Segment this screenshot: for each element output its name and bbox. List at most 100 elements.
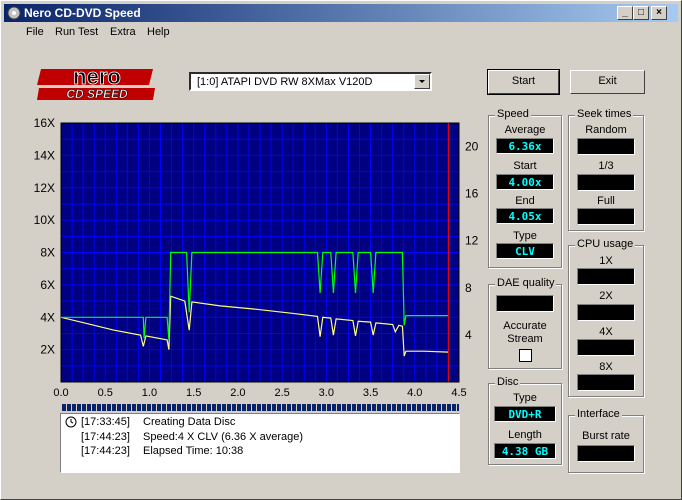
- cpu-usage-group: CPU usage 1X 2X 4X 8X: [568, 238, 644, 397]
- progress-segment: [432, 404, 436, 411]
- progress-bar: [62, 403, 459, 412]
- app-cd-icon: [7, 6, 21, 20]
- progress-segment: [422, 404, 426, 411]
- start-button[interactable]: Start: [487, 69, 560, 95]
- x-tick-label: 1.0: [142, 387, 157, 399]
- progress-segment: [112, 404, 116, 411]
- progress-segment: [107, 404, 111, 411]
- progress-segment: [317, 404, 321, 411]
- progress-segment: [342, 404, 346, 411]
- dae-quality-group: DAE quality Accurate Stream: [488, 277, 562, 369]
- end-label: End: [515, 195, 535, 207]
- maximize-button[interactable]: □: [633, 6, 649, 20]
- progress-segment: [177, 404, 181, 411]
- type-label: Type: [513, 230, 537, 242]
- progress-segment: [377, 404, 381, 411]
- progress-segment: [102, 404, 106, 411]
- progress-segment: [437, 404, 441, 411]
- full-label: Full: [597, 195, 615, 207]
- x-tick-label: 2.0: [230, 387, 245, 399]
- x-tick-label: 0.0: [53, 387, 68, 399]
- menu-run-test[interactable]: Run Test: [55, 26, 98, 38]
- random-value: [577, 138, 635, 155]
- progress-segment: [447, 404, 451, 411]
- cpu-8x-label: 8X: [599, 361, 613, 373]
- info-clock-icon: [65, 416, 77, 428]
- progress-segment: [397, 404, 401, 411]
- progress-segment: [232, 404, 236, 411]
- progress-segment: [247, 404, 251, 411]
- progress-segment: [192, 404, 196, 411]
- cpu-1x-label: 1X: [599, 255, 613, 267]
- menu-bar: File Run Test Extra Help: [4, 23, 678, 41]
- menu-help[interactable]: Help: [147, 26, 170, 38]
- disc-type-label: Type: [513, 392, 537, 404]
- progress-segment: [67, 404, 71, 411]
- progress-segment: [282, 404, 286, 411]
- speed-group-title: Speed: [495, 108, 531, 120]
- close-button[interactable]: ×: [651, 6, 667, 20]
- menu-extra[interactable]: Extra: [110, 26, 136, 38]
- progress-segment: [362, 404, 366, 411]
- log-time: [17:33:45]: [81, 416, 130, 428]
- progress-segment: [147, 404, 151, 411]
- start-value: 4.00x: [496, 174, 554, 190]
- y-left-tick-label: 16X: [34, 116, 55, 130]
- y-left-tick-label: 12X: [34, 181, 55, 195]
- full-value: [577, 208, 635, 225]
- minimize-button[interactable]: _: [617, 6, 633, 20]
- disc-type-value: DVD+R: [494, 406, 556, 422]
- progress-segment: [97, 404, 101, 411]
- y-right-tick-label: 8: [465, 281, 472, 295]
- title-bar: Nero CD-DVD Speed _ □ ×: [4, 4, 678, 22]
- progress-segment: [237, 404, 241, 411]
- progress-segment: [297, 404, 301, 411]
- progress-segment: [332, 404, 336, 411]
- log-time: [17:44:23]: [81, 431, 130, 443]
- maximize-icon: □: [637, 7, 645, 18]
- progress-segment: [167, 404, 171, 411]
- cpu-4x-value: [577, 339, 635, 356]
- end-value: 4.05x: [496, 208, 554, 224]
- x-tick-label: 1.5: [186, 387, 201, 399]
- stream-label: Stream: [507, 333, 543, 345]
- exit-button[interactable]: Exit: [570, 70, 645, 94]
- cpu-2x-value: [577, 304, 635, 321]
- y-left-tick-label: 2X: [40, 343, 55, 357]
- type-value: CLV: [496, 243, 554, 259]
- drive-select[interactable]: [1:0] ATAPI DVD RW 8XMax V120D: [189, 72, 432, 91]
- log-message: Speed:4 X CLV (6.36 X average): [143, 431, 304, 443]
- progress-segment: [92, 404, 96, 411]
- accurate-stream-checkbox[interactable]: [519, 349, 532, 362]
- log-message: Elapsed Time: 10:38: [143, 445, 244, 457]
- progress-segment: [262, 404, 266, 411]
- progress-segment: [402, 404, 406, 411]
- progress-segment: [87, 404, 91, 411]
- progress-segment: [202, 404, 206, 411]
- progress-segment: [352, 404, 356, 411]
- log-time: [17:44:23]: [81, 445, 130, 457]
- menu-file[interactable]: File: [26, 26, 44, 38]
- progress-segment: [187, 404, 191, 411]
- progress-segment: [307, 404, 311, 411]
- progress-segment: [197, 404, 201, 411]
- dropdown-arrow-button[interactable]: [414, 74, 430, 89]
- y-right-tick-label: 12: [465, 234, 479, 248]
- y-right-tick-label: 20: [465, 140, 479, 154]
- progress-segment: [222, 404, 226, 411]
- start-label: Start: [513, 160, 537, 172]
- y-left-tick-label: 8X: [40, 246, 55, 260]
- drive-select-value: [1:0] ATAPI DVD RW 8XMax V120D: [197, 76, 373, 88]
- progress-segment: [182, 404, 186, 411]
- progress-segment: [267, 404, 271, 411]
- y-left-tick-label: 6X: [40, 278, 55, 292]
- cpu-4x-label: 4X: [599, 326, 613, 338]
- cpu-1x-value: [577, 268, 635, 285]
- progress-segment: [272, 404, 276, 411]
- progress-segment: [137, 404, 141, 411]
- log-panel[interactable]: [17:33:45] Creating Data Disc [17:44:23]…: [60, 413, 460, 473]
- progress-segment: [242, 404, 246, 411]
- progress-segment: [347, 404, 351, 411]
- progress-segment: [427, 404, 431, 411]
- progress-segment: [412, 404, 416, 411]
